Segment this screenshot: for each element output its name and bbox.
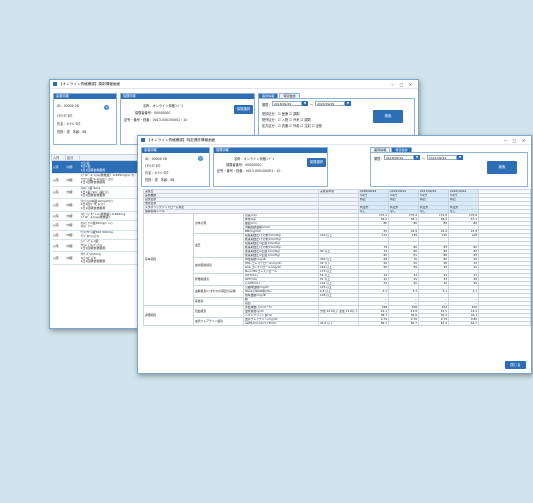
minimize-button[interactable]: ─ xyxy=(501,138,510,143)
group-label: 尿検査 xyxy=(193,297,244,306)
drug-window-title: 【オンライン資格確認】薬剤情報画面 xyxy=(59,81,121,86)
close-button[interactable]: ✕ xyxy=(519,138,528,143)
insurance-name: 名称：オンライン資格ｺｰﾄﾞ1 xyxy=(234,157,275,161)
value-cell: 66.1 xyxy=(358,321,390,326)
kind-cell: 内服 xyxy=(65,186,80,200)
search-box: 期間： 2018/09/29 ▼ 〜 2021/09/29 ▼ 検索 xyxy=(370,152,528,187)
value-cell: 64.7 xyxy=(448,321,480,326)
patient-id: ID：00000 26 xyxy=(57,104,79,108)
patient-kana: ﾋﾖｳｼﾖｳ ﾀﾛｳ xyxy=(57,114,73,118)
patient-name: 氏名：ｵﾝﾗｲﾝ ﾀﾛｳ xyxy=(57,122,81,126)
period-to-input[interactable]: 2021/09/29 xyxy=(315,101,345,106)
group-label: 身体計測 xyxy=(193,213,244,234)
minimize-button[interactable]: ─ xyxy=(388,82,397,87)
io-cell: 入院 xyxy=(51,160,66,174)
reference-value: 男性 12.0以下 女性 11.0以下 xyxy=(318,309,360,314)
app-icon xyxy=(141,138,145,142)
calendar-to-icon[interactable]: ▼ xyxy=(457,155,463,160)
close-button[interactable]: ✕ xyxy=(406,82,415,87)
io-cell: 入院 xyxy=(51,173,66,187)
io-cell: 入院 xyxy=(51,251,66,266)
kind-cell: 内服 xyxy=(65,211,80,222)
group-label: 血圧 xyxy=(193,233,244,258)
period-tilde: 〜 xyxy=(422,157,426,161)
insurer-number: 保険者番号：00000000 xyxy=(226,163,262,167)
io-cell: 入院 xyxy=(51,220,66,231)
insurer-number: 保険者番号：00000000 xyxy=(135,111,171,115)
calendar-to-icon[interactable]: ▼ xyxy=(345,101,351,106)
checkup-info-window: 【オンライン資格確認】特定健診情報画面 ─ □ ✕ 患者情報 ID：00000 … xyxy=(137,135,532,374)
patient-search-icon[interactable]: ◎ xyxy=(104,105,109,110)
io-cell: 入院 xyxy=(51,198,66,213)
checkup-grid: 実施日 実施基準値 2018/09/29 2019/09/21 2017/09/22 20… xyxy=(142,189,531,326)
io-cell: 入院 xyxy=(51,211,66,222)
patient-panel-header: 患者情報 xyxy=(54,94,116,99)
group-label: 肝機能検査 xyxy=(193,273,244,286)
filter-row-3[interactable]: 処方区分：☑ 内服 ☑ 外用 ☑ 注射 ☑ 全般 xyxy=(262,123,322,128)
group-label: 血清クレアチニン検査 xyxy=(193,317,244,326)
insurance-symbol: 記号・番号・枝番：0013-000100001・10 xyxy=(124,118,188,122)
io-cell: 入院 xyxy=(51,239,66,253)
period-label: 期間： xyxy=(374,157,384,161)
patient-kana: ﾋﾖｳｼﾖｳ ﾀﾛｳ xyxy=(145,164,161,168)
category-label: 詳細項目 xyxy=(143,305,194,326)
app-icon xyxy=(53,82,57,86)
period-to-input[interactable]: 2021/09/29 xyxy=(427,155,457,160)
group-label: 貧血検査 xyxy=(193,305,244,318)
patient-search-icon[interactable]: ◎ xyxy=(198,156,203,161)
io-cell: 入院 xyxy=(51,230,66,240)
checkup-window-title: 【オンライン資格確認】特定健診情報画面 xyxy=(147,137,216,142)
insurance-symbol: 記号・番号・枝番：0013-000100001・10 xyxy=(217,169,281,173)
search-panel: 薬剤情報 特定健診 期間： 2018/09/29 ▼ 〜 2021/09/29 … xyxy=(370,147,528,187)
search-button[interactable]: 検索 xyxy=(373,110,403,123)
patient-sex-age: 性別：男 年齢：88 xyxy=(145,178,175,182)
period-from-input[interactable]: 2018/09/29 xyxy=(272,101,302,106)
io-cell: 入院 xyxy=(51,186,66,200)
insurance-panel-header: 保険情報 xyxy=(121,94,254,99)
close-window-button[interactable]: 閉じる xyxy=(505,361,526,369)
patient-panel-header: 患者情報 xyxy=(142,148,209,153)
value-cell: 66.7 xyxy=(388,321,420,326)
maximize-button[interactable]: □ xyxy=(510,138,519,143)
category-label: 基本項目 xyxy=(143,213,194,306)
kind-cell: 内服 xyxy=(65,239,80,253)
drug-window-titlebar: 【オンライン資格確認】薬剤情報画面 ─ □ ✕ xyxy=(50,80,418,89)
kind-cell: 内服 xyxy=(65,173,80,187)
patient-panel: 患者情報 ID：00000 26 ◎ ﾋﾖｳｼﾖｳ ﾀﾛｳ 氏名：ｵﾝﾗｲﾝ ﾀ… xyxy=(141,147,210,187)
maximize-button[interactable]: □ xyxy=(397,82,406,87)
period-label: 期間： xyxy=(262,103,272,107)
reference-value: 45.0 以下 xyxy=(318,321,360,326)
search-button[interactable]: 検索 xyxy=(487,161,517,174)
patient-panel: 患者情報 ID：00000 26 ◎ ﾋﾖｳｼﾖｳ ﾀﾛｳ 氏名：ｵﾝﾗｲﾝ ﾀ… xyxy=(53,93,117,145)
kind-cell: 内服 xyxy=(65,251,80,266)
calendar-from-icon[interactable]: ▼ xyxy=(414,155,420,160)
patient-sex-age: 性別：男 年齢：88 xyxy=(57,130,87,134)
checkup-window-titlebar: 【オンライン資格確認】特定健診情報画面 ─ □ ✕ xyxy=(138,136,531,145)
group-label: 血糖検査(いずれかの項目の実施) xyxy=(193,285,244,298)
insurance-panel: 保険情報 名称：オンライン資格ｺｰﾄﾞ1 保険者番号：00000000 記号・番… xyxy=(213,147,328,187)
filter-row-2[interactable]: 院外区分：☑ 入院 ☑ 外来 ☑ 調剤 xyxy=(262,117,311,122)
kind-cell: 内服 xyxy=(65,220,80,231)
group-label: 血中脂質検査 xyxy=(193,257,244,274)
patient-id: ID：00000 26 xyxy=(145,157,167,161)
calendar-from-icon[interactable]: ▼ xyxy=(302,101,308,106)
kind-cell: 内服 xyxy=(65,230,80,240)
period-tilde: 〜 xyxy=(310,103,314,107)
insurance-panel-header: 保険情報 xyxy=(214,148,327,153)
insurance-name: 名称：オンライン資格ｺｰﾄﾞ1 xyxy=(143,104,184,108)
insurance-select-button[interactable]: 保険選択 xyxy=(307,158,326,167)
spacer-cell xyxy=(478,321,531,326)
filter-row-1[interactable]: 受診区分：☑ 医療 ☑ 調剤 xyxy=(262,111,299,116)
value-cell: 67.4 xyxy=(418,321,450,326)
period-from-input[interactable]: 2018/09/29 xyxy=(384,155,414,160)
item-label: eGFR(ml/min/1.73m2) xyxy=(242,321,320,326)
kind-cell: 内服 xyxy=(65,160,80,174)
kind-cell: 内服 xyxy=(65,198,80,213)
insurance-select-button[interactable]: 保険選択 xyxy=(234,105,253,114)
patient-name: 氏名：ｵﾝﾗｲﾝ ﾀﾛｳ xyxy=(145,171,169,175)
